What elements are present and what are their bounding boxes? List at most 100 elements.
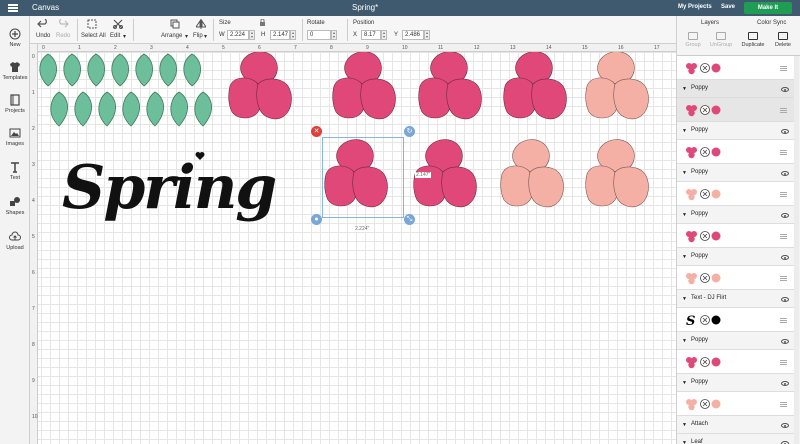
height-stepper[interactable]: ▴ ▾ <box>290 30 296 40</box>
expand-caret-icon[interactable]: ▼ <box>682 170 687 176</box>
group-button[interactable]: Group <box>679 32 707 48</box>
drag-handle-icon[interactable] <box>780 152 787 153</box>
expand-caret-icon[interactable]: ▼ <box>682 212 687 218</box>
layer-group-row[interactable]: ▼ Poppy <box>677 122 795 140</box>
visibility-eye-icon[interactable] <box>781 129 789 134</box>
layer-item-row[interactable] <box>677 392 795 416</box>
expand-caret-icon[interactable]: ▼ <box>682 86 687 92</box>
lock-icon[interactable] <box>259 19 266 26</box>
layer-item-row[interactable] <box>677 56 795 80</box>
arrange-menu[interactable]: Arrange <box>161 33 182 39</box>
lock-handle-icon[interactable]: ● <box>311 214 322 225</box>
drag-handle-icon[interactable] <box>780 278 787 279</box>
sidebar-item-shapes[interactable]: Shapes <box>0 196 30 216</box>
undo-button[interactable]: Undo <box>36 33 50 39</box>
sidebar-item-images[interactable]: Images <box>0 127 30 147</box>
poppy-shape[interactable] <box>418 51 482 120</box>
arrange-icon[interactable] <box>170 19 180 29</box>
resize-handle-icon[interactable]: ⤡ <box>404 214 415 225</box>
edit-menu[interactable]: Edit <box>110 33 120 39</box>
leaf-group[interactable] <box>38 52 218 128</box>
layers-scrollbar[interactable] <box>794 56 799 444</box>
select-all-icon[interactable] <box>87 19 97 29</box>
width-input[interactable]: 2.224 <box>227 30 249 40</box>
drag-handle-icon[interactable] <box>780 110 787 111</box>
visibility-eye-icon[interactable] <box>781 213 789 218</box>
poppy-shape[interactable] <box>585 51 649 120</box>
select-all-button[interactable]: Select All <box>81 33 106 39</box>
layer-group-row[interactable]: ▼ Poppy <box>677 374 795 392</box>
design-canvas[interactable]: Spring ✕ ↻ ● ⤡ 2.224" 2.147" <box>30 44 676 444</box>
expand-caret-icon[interactable]: ▼ <box>682 440 687 444</box>
expand-caret-icon[interactable]: ▼ <box>682 380 687 386</box>
flip-menu[interactable]: Flip <box>193 33 203 39</box>
visibility-eye-icon[interactable] <box>781 87 789 92</box>
expand-caret-icon[interactable]: ▼ <box>682 128 687 134</box>
make-it-button[interactable]: Make It <box>744 2 792 14</box>
expand-caret-icon[interactable]: ▼ <box>682 338 687 344</box>
my-projects-link[interactable]: My Projects <box>678 4 712 10</box>
ungroup-button[interactable]: UnGroup <box>707 32 735 48</box>
rotate-stepper[interactable]: ▴ ▾ <box>331 30 337 40</box>
layer-item-row[interactable] <box>677 266 795 290</box>
layer-item-row[interactable] <box>677 350 795 374</box>
drag-handle-icon[interactable] <box>780 68 787 69</box>
y-position-stepper[interactable]: ▴ ▾ <box>424 30 430 40</box>
height-input[interactable]: 2.147 <box>270 30 290 40</box>
x-position-input[interactable]: 8.17 <box>361 30 381 40</box>
drag-handle-icon[interactable] <box>780 194 787 195</box>
drag-handle-icon[interactable] <box>780 362 787 363</box>
visibility-eye-icon[interactable] <box>781 339 789 344</box>
redo-icon[interactable] <box>57 19 69 28</box>
delete-button[interactable]: Delete <box>769 32 797 48</box>
edit-chevron-down-icon[interactable]: ▾ <box>123 33 126 40</box>
visibility-eye-icon[interactable] <box>781 171 789 176</box>
visibility-eye-icon[interactable] <box>781 255 789 260</box>
layer-group-row[interactable]: ▼ Text - DJ Flirt <box>677 290 795 308</box>
layer-group-row[interactable]: ▼ Poppy <box>677 332 795 350</box>
drag-handle-icon[interactable] <box>780 236 787 237</box>
poppy-shape[interactable] <box>332 51 396 120</box>
layer-item-row[interactable] <box>677 98 795 122</box>
rotate-input[interactable]: 0 <box>307 30 331 40</box>
poppy-shape[interactable] <box>585 139 649 208</box>
layer-item-row[interactable] <box>677 224 795 248</box>
layer-group-row[interactable]: ▼ Poppy <box>677 248 795 266</box>
layer-item-row[interactable] <box>677 182 795 206</box>
layer-item-row[interactable] <box>677 140 795 164</box>
hamburger-menu-icon[interactable] <box>8 4 18 12</box>
sidebar-item-templates[interactable]: Templates <box>0 61 30 81</box>
poppy-shape[interactable] <box>500 139 564 208</box>
expand-caret-icon[interactable]: ▼ <box>682 296 687 302</box>
y-position-input[interactable]: 2.486 <box>402 30 424 40</box>
sidebar-item-projects[interactable]: Projects <box>0 94 30 114</box>
x-position-stepper[interactable]: ▴ ▾ <box>381 30 387 40</box>
visibility-eye-icon[interactable] <box>781 423 789 428</box>
save-link[interactable]: Save <box>721 4 735 10</box>
layer-group-row[interactable]: ▼ Poppy <box>677 164 795 182</box>
visibility-eye-icon[interactable] <box>781 381 789 386</box>
tab-layers[interactable]: Layers <box>701 20 719 26</box>
sidebar-item-upload[interactable]: Upload <box>0 231 30 251</box>
layer-group-row[interactable]: ▼ Attach <box>677 416 795 434</box>
poppy-shape[interactable] <box>503 51 567 120</box>
scissors-icon[interactable] <box>113 19 123 29</box>
tab-color-sync[interactable]: Color Sync <box>757 20 786 26</box>
visibility-eye-icon[interactable] <box>781 297 789 302</box>
delete-handle-icon[interactable]: ✕ <box>311 126 322 137</box>
rotate-handle-icon[interactable]: ↻ <box>404 126 415 137</box>
selection-box[interactable] <box>322 137 404 218</box>
flip-icon[interactable] <box>196 19 206 29</box>
layer-group-row[interactable]: ▼ Poppy <box>677 80 795 98</box>
sidebar-item-text[interactable]: Text <box>0 161 30 181</box>
width-stepper[interactable]: ▴ ▾ <box>249 30 255 40</box>
drag-handle-icon[interactable] <box>780 320 787 321</box>
layer-group-row[interactable]: ▼ Leaf <box>677 434 795 444</box>
layer-item-row[interactable]: S <box>677 308 795 332</box>
drag-handle-icon[interactable] <box>780 404 787 405</box>
expand-caret-icon[interactable]: ▼ <box>682 254 687 260</box>
poppy-shape[interactable] <box>228 51 292 120</box>
arrange-chevron-down-icon[interactable]: ▾ <box>185 33 188 40</box>
undo-icon[interactable] <box>37 19 49 28</box>
flip-chevron-down-icon[interactable]: ▾ <box>204 33 207 40</box>
